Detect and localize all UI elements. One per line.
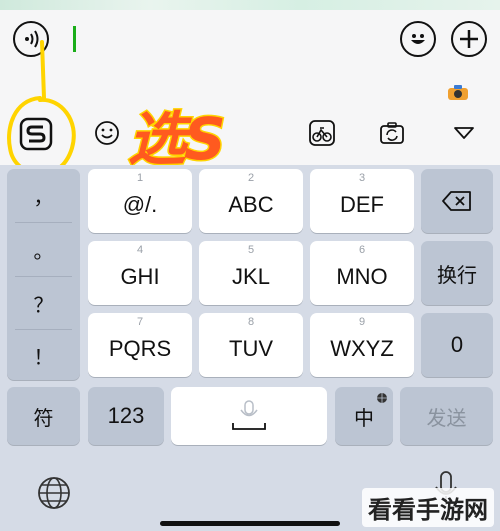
key-number: 8 — [247, 316, 255, 328]
punct-exclaim[interactable]: ！ — [7, 329, 80, 381]
globe-icon — [38, 477, 70, 509]
smiley-face-icon — [411, 34, 425, 44]
collapse-keyboard-button[interactable] — [449, 120, 479, 146]
collapse-triangle-icon — [454, 127, 474, 139]
key-5-jkl[interactable]: 5 JKL — [199, 241, 303, 305]
language-key[interactable]: 中 — [335, 387, 393, 445]
send-key[interactable]: 发送 — [400, 387, 493, 445]
key-2-abc[interactable]: 2 ABC — [199, 169, 303, 233]
numeric-key[interactable]: 123 — [88, 387, 164, 445]
globe-small-icon — [377, 393, 387, 403]
key-label: @/. — [122, 192, 158, 217]
newline-key[interactable]: 换行 — [421, 241, 493, 305]
key-label: MNO — [336, 264, 388, 289]
punct-comma[interactable]: ， — [7, 169, 80, 221]
plus-icon — [460, 30, 478, 48]
key-number: 2 — [247, 172, 255, 184]
backspace-icon — [442, 191, 471, 211]
key-label: WXYZ — [330, 336, 394, 361]
key-9-wxyz[interactable]: 9 WXYZ — [310, 313, 414, 377]
camera-badge-icon — [448, 85, 468, 100]
key-number: 3 — [358, 172, 366, 184]
symbol-key[interactable]: 符 — [7, 387, 80, 445]
punct-question[interactable]: ？ — [7, 277, 80, 329]
emoji-button[interactable] — [400, 21, 436, 57]
punct-period[interactable]: 。 — [7, 223, 80, 275]
key-label: GHI — [120, 264, 160, 289]
key-label: DEF — [340, 192, 384, 217]
bike-button[interactable] — [306, 117, 338, 149]
key-4-ghi[interactable]: 4 GHI — [88, 241, 192, 305]
screenshot-button[interactable] — [376, 117, 408, 149]
punctuation-column: ， 。 ？ ！ — [7, 169, 80, 380]
skin-badge[interactable] — [444, 82, 472, 104]
key-number: 4 — [136, 244, 144, 256]
key-3-def[interactable]: 3 DEF — [310, 169, 414, 233]
app-background-strip — [0, 0, 500, 10]
language-label: 中 — [354, 405, 374, 430]
key-1-symbols[interactable]: 1 @/. — [88, 169, 192, 233]
key-number: 9 — [358, 316, 366, 328]
add-more-button[interactable] — [451, 21, 487, 57]
key-label: PQRS — [108, 336, 172, 361]
site-watermark: 看看手游网 — [362, 488, 494, 527]
cycle-icon — [309, 120, 335, 146]
key-number: 5 — [247, 244, 255, 256]
home-indicator[interactable] — [160, 521, 340, 526]
backspace-key[interactable] — [421, 169, 493, 233]
key-label: JKL — [232, 264, 270, 289]
key-number: 1 — [136, 172, 144, 184]
key-6-mno[interactable]: 6 MNO — [310, 241, 414, 305]
annotation-text: 选S — [127, 104, 228, 175]
screenshot-icon — [380, 122, 404, 144]
space-mic-icon — [232, 400, 266, 430]
zero-key[interactable]: 0 — [421, 313, 493, 377]
globe-button[interactable] — [36, 475, 72, 515]
key-label: ABC — [228, 192, 274, 217]
key-8-tuv[interactable]: 8 TUV — [199, 313, 303, 377]
key-number: 6 — [358, 244, 366, 256]
key-7-pqrs[interactable]: 7 PQRS — [88, 313, 192, 377]
key-number: 7 — [136, 316, 144, 328]
space-key[interactable] — [171, 387, 327, 445]
key-label: TUV — [229, 336, 273, 361]
